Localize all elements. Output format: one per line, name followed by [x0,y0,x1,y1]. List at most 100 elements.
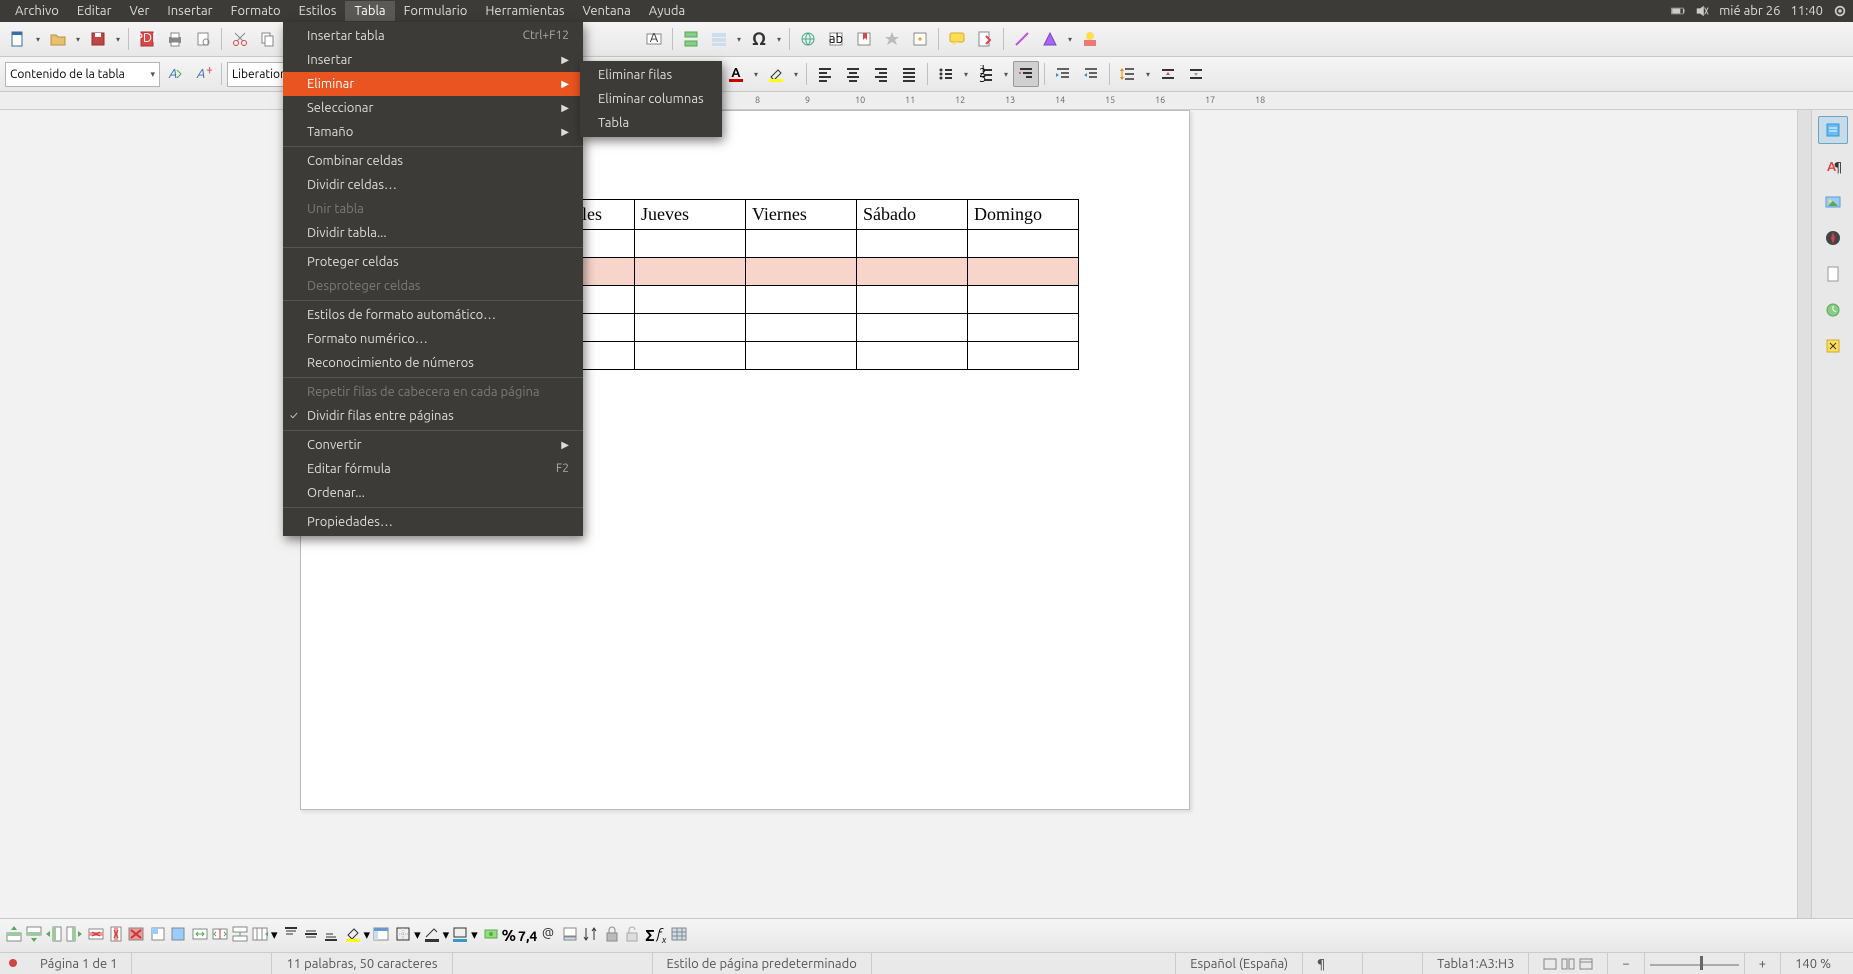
menuitem-seleccionar[interactable]: Seleccionar▶ [283,96,583,120]
highlight-color-dropdown[interactable]: ▾ [791,70,801,79]
menu-ventana[interactable]: Ventana [574,1,640,21]
select-table-button[interactable] [169,925,187,946]
menuitem-combinar-celdas[interactable]: Combinar celdas [283,149,583,173]
font-name-combo[interactable] [227,62,289,87]
number-format-currency-button[interactable] [482,925,500,946]
paragraph-style-input[interactable] [10,68,146,81]
track-changes-button[interactable] [972,26,998,52]
align-justify-button[interactable] [896,61,922,87]
menu-formato[interactable]: Formato [222,1,290,21]
align-center-button[interactable] [840,61,866,87]
vertical-scrollbar[interactable] [1797,110,1811,924]
valign-center-button[interactable] [302,925,320,946]
insert-caption-button[interactable] [561,925,579,946]
update-style-button[interactable]: A [162,61,188,87]
highlight-color-button[interactable] [763,61,789,87]
insert-comment-button[interactable] [944,26,970,52]
increase-spacing-button[interactable] [1155,61,1181,87]
star-icon[interactable] [879,26,905,52]
insert-col-left-button[interactable] [45,925,63,946]
table-properties-button[interactable] [670,925,688,946]
menu-tabla[interactable]: Tabla [345,1,394,21]
export-pdf-button[interactable]: PDF [134,26,160,52]
number-list-button[interactable]: 123 [973,61,999,87]
menu-formulario[interactable]: Formulario [395,1,477,21]
valign-bottom-button[interactable] [322,925,340,946]
insert-crossref-button[interactable] [907,26,933,52]
insert-col-right-button[interactable] [65,925,83,946]
menuitem-convertir[interactable]: Convertir▶ [283,433,583,457]
menu-archivo[interactable]: Archivo [6,1,68,21]
align-right-button[interactable] [868,61,894,87]
menuitem-insertar-tabla[interactable]: Insertar tablaCtrl+F12 [283,24,583,48]
basic-shapes-dropdown[interactable]: ▾ [1065,35,1075,44]
menu-ver[interactable]: Ver [121,1,159,21]
status-wordcount[interactable]: 11 palabras, 50 caracteres [272,953,452,974]
horizontal-ruler[interactable]: 8 9 10 11 12 13 14 15 16 17 18 [0,92,1853,110]
paragraph-style-combo[interactable]: ▾ [5,62,160,87]
decrease-spacing-button[interactable] [1183,61,1209,87]
insert-footnote-button[interactable]: ab [823,26,849,52]
insert-row-above-button[interactable] [5,925,23,946]
insert-symbol-button[interactable]: Ω [746,26,772,52]
delete-table-button[interactable] [127,925,145,946]
sidebar-manage-button[interactable] [1818,332,1848,360]
menuitem-eliminar[interactable]: Eliminar▶ [283,72,583,96]
font-color-button[interactable]: A [723,61,749,87]
cell-bgcolor-button[interactable] [344,925,362,946]
menuitem-dividir-celdas-[interactable]: Dividir celdas… [283,173,583,197]
menuitem-dividir-tabla-[interactable]: Dividir tabla... [283,221,583,245]
outline-list-button[interactable] [1013,61,1039,87]
valign-top-button[interactable] [282,925,300,946]
sidebar-gallery-button[interactable] [1818,188,1848,216]
menuitem-ordenar-[interactable]: Ordenar... [283,481,583,505]
print-button[interactable] [162,26,188,52]
autoformat-button[interactable] [372,925,390,946]
font-name-input[interactable] [232,68,284,81]
submenu-tabla[interactable]: Tabla [580,111,722,135]
menuitem-tama-o[interactable]: Tamaño▶ [283,120,583,144]
sidebar-properties-button[interactable] [1818,116,1848,144]
border-color-button[interactable] [451,925,469,946]
number-format-standard-button[interactable]: @ [539,925,557,946]
sort-button[interactable] [581,925,599,946]
formula-button[interactable]: fx [657,926,667,945]
submenu-eliminar-filas[interactable]: Eliminar filas [580,63,722,87]
menu-ayuda[interactable]: Ayuda [640,1,694,21]
menu-insertar[interactable]: Insertar [158,1,221,21]
hyperlink-button[interactable] [795,26,821,52]
basic-shapes-button[interactable] [1037,26,1063,52]
menuitem-insertar[interactable]: Insertar▶ [283,48,583,72]
open-button[interactable] [45,26,71,52]
delete-col-button[interactable] [107,925,125,946]
status-language[interactable]: Español (España) [1176,953,1303,974]
sidebar-styleinspector-button[interactable] [1818,296,1848,324]
sum-button[interactable]: Σ [645,927,654,945]
menu-editar[interactable]: Editar [68,1,121,21]
status-pagestyle[interactable]: Estilo de página predeterminado [653,953,872,974]
menu-estilos[interactable]: Estilos [290,1,346,21]
number-format-percent-button[interactable]: % [502,927,516,945]
submenu-eliminar-columnas[interactable]: Eliminar columnas [580,87,722,111]
merge-cells-button[interactable] [191,925,209,946]
zoom-slider[interactable] [1645,953,1745,974]
status-insert-mode[interactable]: ¶ [1303,953,1363,974]
open-dropdown[interactable]: ▾ [73,35,83,44]
unprotect-cells-button[interactable] [623,925,641,946]
new-doc-dropdown[interactable]: ▾ [33,35,43,44]
menuitem-propiedades-[interactable]: Propiedades… [283,510,583,534]
menuitem-reconocimiento-de-n-meros[interactable]: Reconocimiento de números [283,351,583,375]
save-dropdown[interactable]: ▾ [113,35,123,44]
insert-pagebreak-button[interactable] [678,26,704,52]
align-left-button[interactable] [812,61,838,87]
bullet-list-button[interactable] [933,61,959,87]
insert-textbox-button[interactable]: A [641,26,667,52]
line-spacing-button[interactable] [1115,61,1141,87]
protect-cells-button[interactable] [603,925,621,946]
decrease-indent-button[interactable] [1078,61,1104,87]
delete-row-button[interactable] [87,925,105,946]
insert-bookmark-button[interactable] [851,26,877,52]
copy-button[interactable] [255,26,281,52]
menuitem-editar-f-rmula[interactable]: Editar fórmulaF2 [283,457,583,481]
menu-herramientas[interactable]: Herramientas [476,1,573,21]
